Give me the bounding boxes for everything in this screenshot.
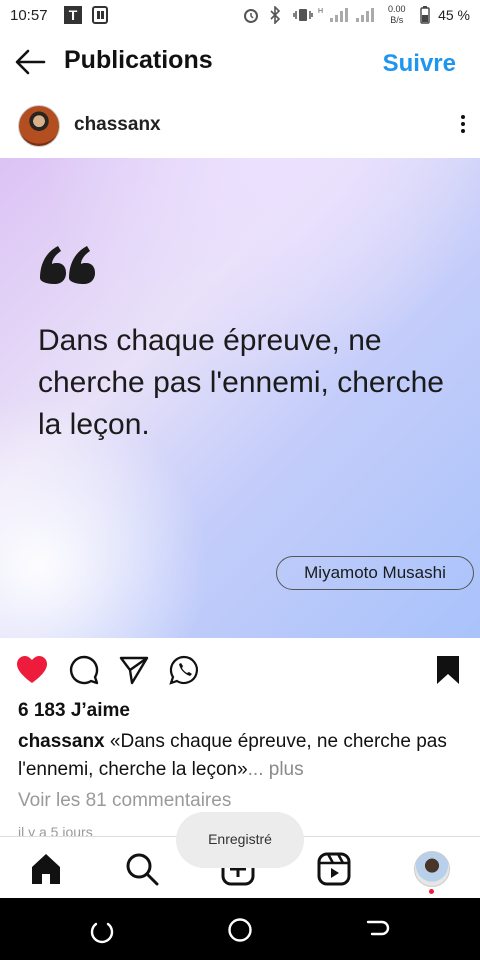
reels-icon[interactable] <box>316 851 352 887</box>
network-speed: 0.00 B/s <box>388 4 406 25</box>
vibrate-icon <box>293 9 313 21</box>
send-icon[interactable] <box>118 654 150 686</box>
t-app-icon: T <box>64 6 82 24</box>
notification-dot <box>429 889 434 894</box>
svg-text:H: H <box>318 8 323 15</box>
bluetooth-icon <box>270 6 281 24</box>
post-header: chassanx <box>0 98 480 156</box>
system-nav-bar <box>0 898 480 960</box>
comment-icon[interactable] <box>68 654 100 686</box>
profile-avatar[interactable] <box>414 851 450 887</box>
back-arrow-icon[interactable] <box>14 48 46 76</box>
recent-apps-icon[interactable] <box>88 916 116 944</box>
quote-mark-icon <box>40 246 95 284</box>
post-image[interactable]: Dans chaque épreuve, ne cherche pas l'en… <box>0 158 480 638</box>
more-options-icon[interactable] <box>458 112 468 138</box>
battery-icon <box>420 6 430 24</box>
signal-icon <box>356 8 374 22</box>
heart-icon[interactable] <box>16 654 48 686</box>
post-caption: chassanx «Dans chaque épreuve, ne cherch… <box>18 728 466 784</box>
bookmark-icon[interactable] <box>432 654 464 686</box>
view-comments-link[interactable]: Voir les 81 commentaires <box>18 790 231 812</box>
caption-more-link[interactable]: ... plus <box>248 759 304 780</box>
page-title: Publications <box>64 46 213 74</box>
quote-author: Miyamoto Musashi <box>276 556 474 590</box>
status-bar: 10:57 T H 0.00 B/s 45 % <box>0 0 480 32</box>
home-icon[interactable] <box>28 851 64 887</box>
like-count[interactable]: 6 183 J’aime <box>18 700 130 722</box>
avatar[interactable] <box>18 105 60 147</box>
quote-text: Dans chaque épreuve, ne cherche pas l'en… <box>38 324 444 441</box>
caption-username[interactable]: chassanx <box>18 731 105 752</box>
whatsapp-icon[interactable] <box>168 654 200 686</box>
search-icon[interactable] <box>124 851 160 887</box>
notification-app-icon <box>92 6 108 24</box>
signal-h-icon: H <box>318 8 348 22</box>
top-bar: Publications Suivre <box>0 32 480 92</box>
back-button-icon[interactable] <box>364 916 392 944</box>
battery-level: 45 % <box>438 7 470 23</box>
post-actions <box>0 648 480 692</box>
post-username[interactable]: chassanx <box>74 114 161 136</box>
post-time: il y a 5 jours <box>18 824 93 836</box>
alarm-icon <box>244 9 258 23</box>
home-button-icon[interactable] <box>226 916 254 944</box>
follow-button[interactable]: Suivre <box>383 50 456 78</box>
saved-toast: Enregistré <box>176 812 304 868</box>
clock: 10:57 <box>10 7 48 24</box>
